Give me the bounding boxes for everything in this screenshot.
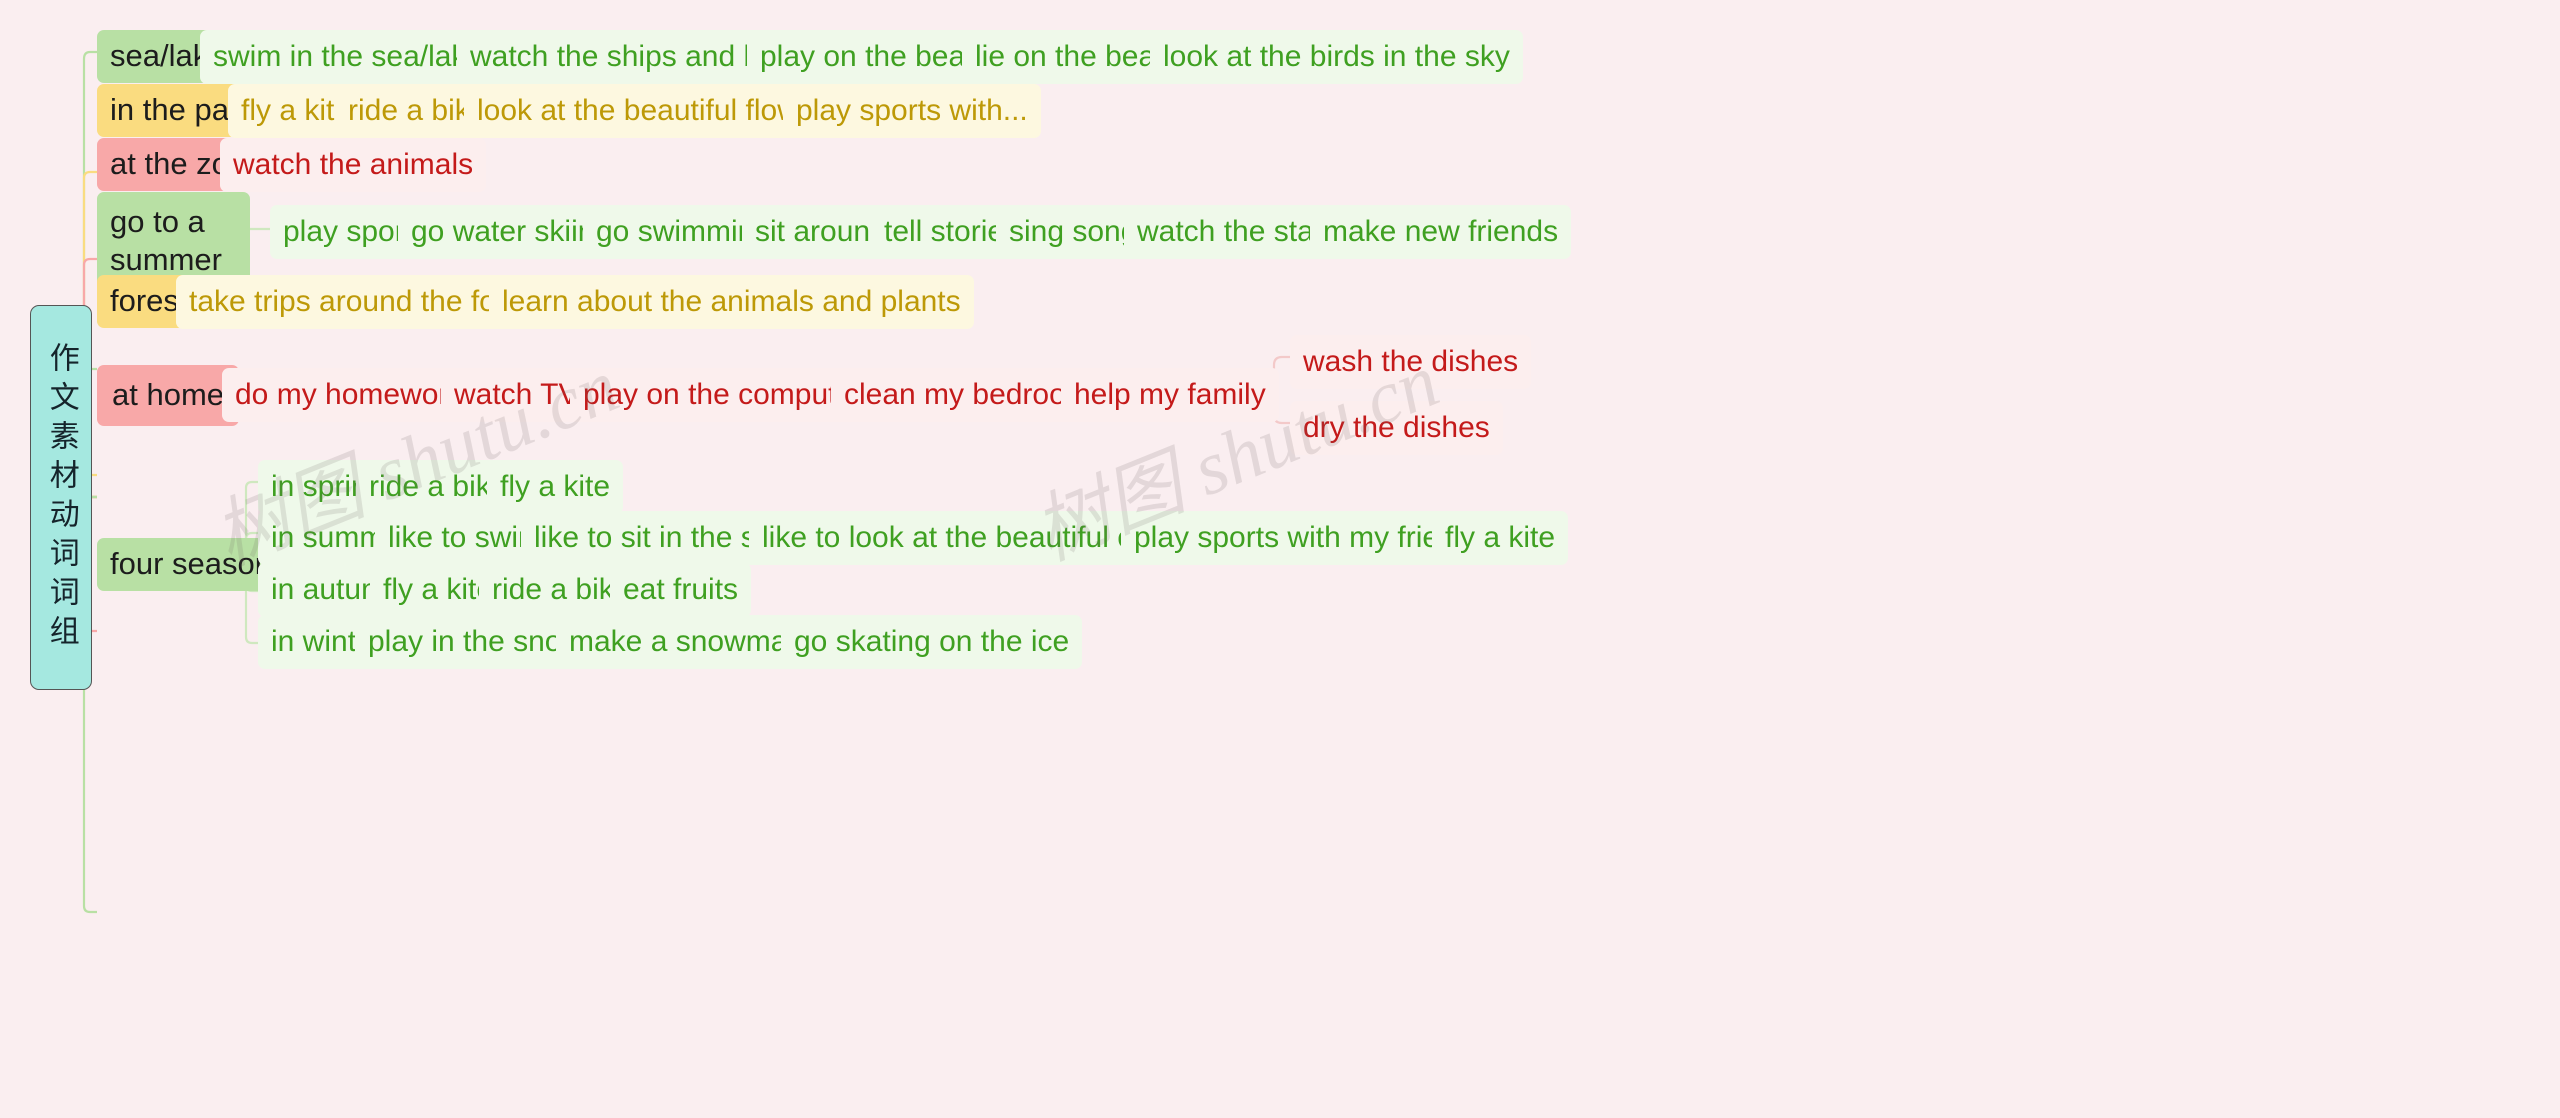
leaf-dry-the-dishes[interactable]: dry the dishes [1290, 401, 1503, 455]
leaf-summer-fly-a-kite[interactable]: fly a kite [1432, 511, 1569, 565]
leaf-play-sports-with[interactable]: play sports with... [783, 84, 1041, 138]
leaf-look-at-the-birds-in-the-sky[interactable]: look at the birds in the sky [1150, 30, 1523, 84]
leaf-label: sit around [755, 215, 887, 248]
leaf-watch-tv[interactable]: watch TV [441, 368, 592, 422]
leaf-label: learn about the animals and plants [502, 285, 961, 318]
leaf-winter-go-skating-on-the-ice[interactable]: go skating on the ice [781, 615, 1083, 669]
leaf-label: wash the dishes [1303, 345, 1519, 378]
leaf-do-my-homework[interactable]: do my homework [222, 368, 477, 422]
leaf-label: go skating on the ice [794, 625, 1070, 658]
leaf-learn-about-the-animals-and-plants[interactable]: learn about the animals and plants [489, 275, 974, 329]
leaf-label: watch TV [454, 378, 579, 411]
leaf-label: clean my bedroom [844, 378, 1091, 411]
leaf-label: fly a kite [383, 573, 494, 606]
leaf-label: make a snowman [569, 625, 805, 658]
leaf-label: fly a kite [500, 470, 611, 503]
leaf-winter-make-a-snowman[interactable]: make a snowman [556, 615, 818, 669]
leaf-help-my-family[interactable]: help my family [1061, 368, 1279, 422]
leaf-label: fly a kite [1445, 521, 1556, 554]
leaf-make-new-friends[interactable]: make new friends [1310, 205, 1572, 259]
leaf-label: make new friends [1323, 215, 1559, 248]
leaf-wash-the-dishes[interactable]: wash the dishes [1290, 335, 1532, 389]
leaf-label: watch the animals [233, 148, 474, 181]
root-node[interactable]: 作文素材动词词组 [30, 305, 92, 690]
leaf-spring-fly-a-kite[interactable]: fly a kite [487, 460, 624, 514]
leaf-label: eat fruits [623, 573, 739, 606]
leaf-autumn-eat-fruits[interactable]: eat fruits [610, 563, 752, 617]
leaf-swim-in-the-sea-lake[interactable]: swim in the sea/lake [200, 30, 497, 84]
leaf-label: help my family [1074, 378, 1266, 411]
mindmap-canvas: 作文素材动词词组 sea/lake swim in the sea/lake w… [0, 0, 2560, 1118]
leaf-label: play sports with... [796, 94, 1028, 127]
leaf-label: like to swim [388, 521, 544, 554]
topic-label: at home [112, 377, 225, 412]
leaf-label: watch the stars [1137, 215, 1339, 248]
leaf-label: swim in the sea/lake [213, 40, 484, 73]
leaf-label: do my homework [235, 378, 464, 411]
leaf-label: play on the computer [583, 378, 864, 411]
root-node-label: 作文素材动词词组 [43, 341, 79, 654]
leaf-label: dry the dishes [1303, 411, 1490, 444]
topic-at-home[interactable]: at home [97, 365, 240, 426]
leaf-watch-the-animals[interactable]: watch the animals [220, 138, 487, 192]
leaf-label: go water skiing [411, 215, 612, 248]
leaf-label: look at the birds in the sky [1163, 40, 1510, 73]
leaf-label: play in the snow [368, 625, 584, 658]
